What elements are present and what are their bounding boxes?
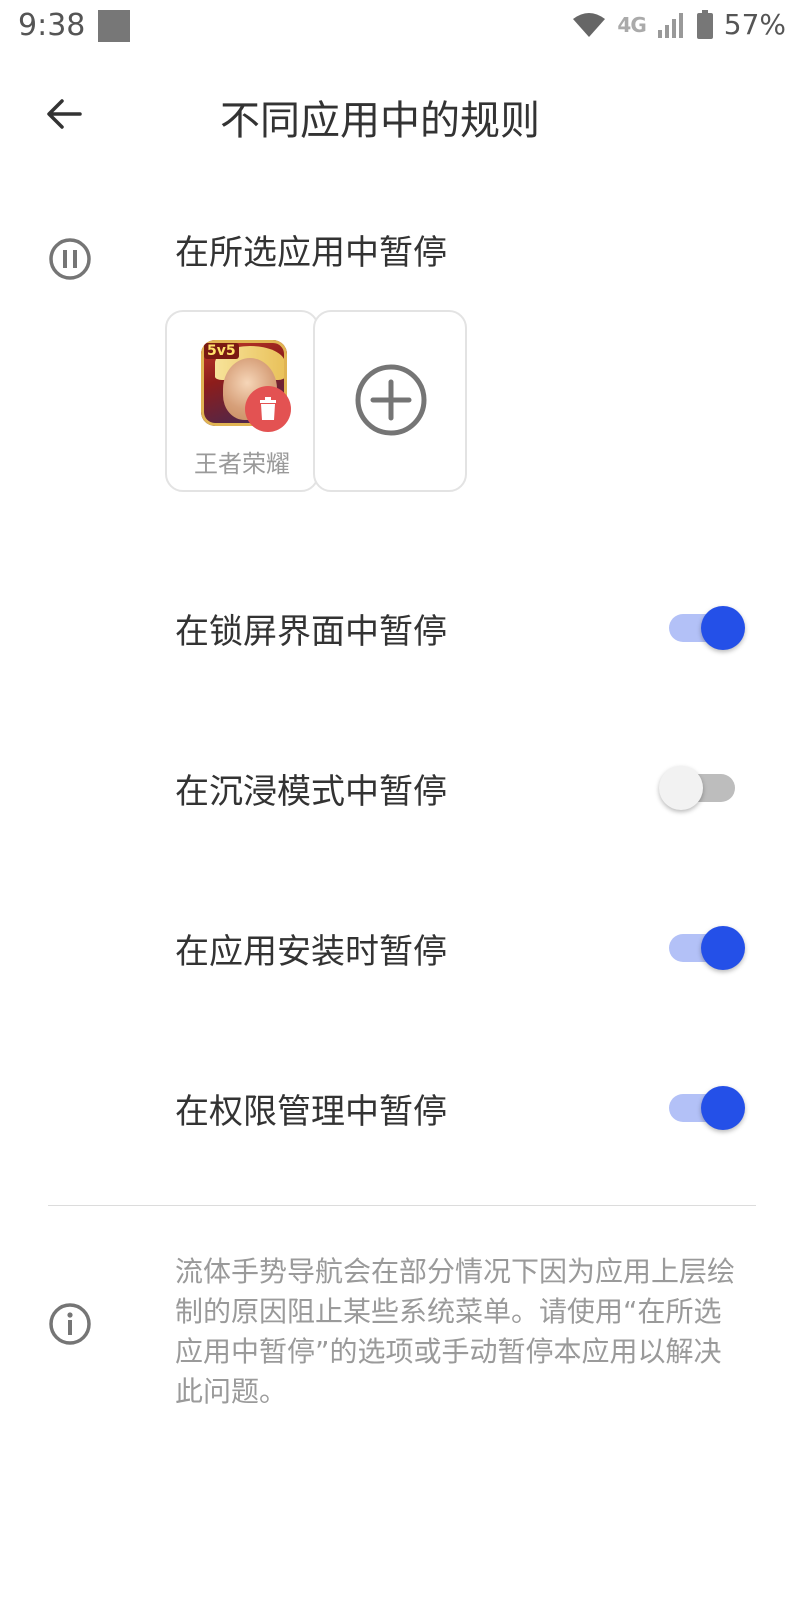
notification-square-icon [98,10,130,42]
toggle-label: 在锁屏界面中暂停 [175,612,447,652]
toggle-switch[interactable] [665,922,745,970]
add-app-button[interactable] [313,310,467,492]
info-text: 流体手势导航会在部分情况下因为应用上层绘制的原因阻止某些系统菜单。请使用“在所选… [175,1255,736,1408]
toggle-row-lockscreen[interactable]: 在锁屏界面中暂停 [0,580,800,670]
info-icon [49,1303,91,1345]
add-circle-icon [355,364,427,436]
network-type: 4G [617,12,646,37]
status-bar: 9:38 4G 57% [0,0,800,56]
selected-apps-header: 在所选应用中暂停 [0,215,800,285]
toggle-row-permissions[interactable]: 在权限管理中暂停 [0,1060,800,1150]
toggle-switch[interactable] [665,602,745,650]
app-bar: 不同应用中的规则 [0,60,800,170]
selected-apps-title: 在所选应用中暂停 [175,233,447,273]
toggle-label: 在应用安装时暂停 [175,932,447,972]
arrow-left-icon [47,99,82,129]
remove-app-button[interactable] [245,386,291,432]
trash-icon [260,397,276,420]
toggle-row-app-install[interactable]: 在应用安装时暂停 [0,900,800,990]
divider [48,1205,756,1206]
wifi-icon [573,12,606,37]
signal-icon [657,12,683,38]
toggle-label: 在沉浸模式中暂停 [175,772,447,812]
page-title: 不同应用中的规则 [220,98,540,144]
app-name: 王者荣耀 [194,450,290,478]
battery-icon [696,9,713,39]
toggle-row-immersive[interactable]: 在沉浸模式中暂停 [0,740,800,830]
toggle-label: 在权限管理中暂停 [175,1092,447,1132]
game-badge: 5v5 [204,343,239,359]
toggle-switch[interactable] [659,762,741,810]
status-time: 9:38 [18,8,86,43]
pause-circle-icon [49,238,91,280]
battery-percent: 57% [723,8,786,41]
app-tile[interactable]: 5v5 王者荣耀 [165,310,319,492]
status-indicators: 4G 57% [571,8,786,41]
back-button[interactable] [36,86,92,142]
toggle-switch[interactable] [665,1082,745,1130]
